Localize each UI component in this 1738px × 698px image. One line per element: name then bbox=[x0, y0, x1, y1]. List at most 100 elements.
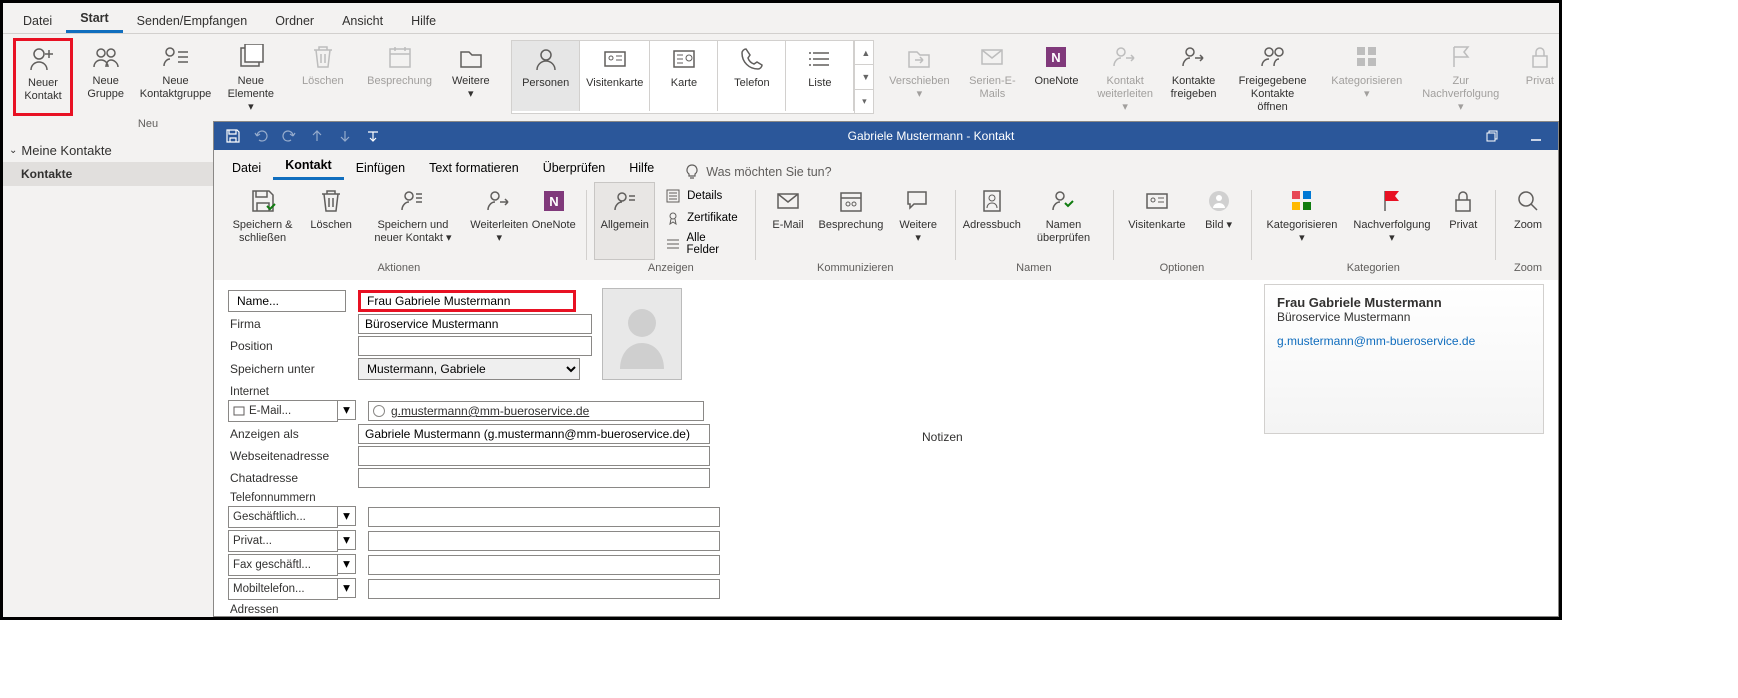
business-card-preview[interactable]: Frau Gabriele Mustermann Büroservice Mus… bbox=[1264, 284, 1544, 434]
calendar-people-icon bbox=[837, 187, 865, 215]
saveas-select[interactable]: Mustermann, Gabriele bbox=[358, 358, 580, 380]
view-liste[interactable]: Liste bbox=[786, 41, 854, 111]
phone-business-button[interactable]: Geschäftlich... bbox=[228, 506, 338, 528]
onenote-button[interactable]: NOneNote bbox=[1032, 38, 1080, 116]
tab-ordner[interactable]: Ordner bbox=[261, 8, 328, 33]
etab-einfuegen[interactable]: Einfügen bbox=[344, 155, 417, 180]
web-input[interactable] bbox=[358, 446, 710, 466]
view-zertifikate-button[interactable]: Zertifikate bbox=[661, 208, 743, 228]
name-button[interactable]: Name... bbox=[228, 290, 346, 312]
save-close-button[interactable]: Speichern & schließen bbox=[220, 182, 305, 260]
qat-save-button[interactable] bbox=[224, 127, 242, 145]
position-input[interactable] bbox=[358, 336, 592, 356]
view-telefon[interactable]: Telefon bbox=[718, 41, 786, 111]
addressbook-button[interactable]: Adressbuch bbox=[963, 182, 1020, 260]
new-items-button[interactable]: Neue Elemente ▾ bbox=[219, 38, 283, 116]
view-details-button[interactable]: Details bbox=[661, 186, 743, 206]
tab-start[interactable]: Start bbox=[66, 5, 122, 33]
editor-onenote-button[interactable]: NOneNote bbox=[530, 182, 578, 260]
phone-fax-button[interactable]: Fax geschäftl... bbox=[228, 554, 338, 576]
phone-fax-dropdown[interactable]: ▾ bbox=[338, 554, 356, 574]
name-input[interactable] bbox=[358, 290, 576, 312]
view-karte[interactable]: Karte bbox=[650, 41, 718, 111]
qat-prev-button[interactable] bbox=[308, 127, 326, 145]
phone-home-dropdown[interactable]: ▾ bbox=[338, 530, 356, 550]
bc-email[interactable]: g.mustermann@mm-bueroservice.de bbox=[1277, 334, 1531, 348]
share-contacts-button[interactable]: Kontakte freigeben bbox=[1164, 38, 1223, 116]
etab-ueberpruefen[interactable]: Überprüfen bbox=[531, 155, 618, 180]
tab-hilfe[interactable]: Hilfe bbox=[397, 8, 450, 33]
followup-button[interactable]: Zur Nachverfolgung ▾ bbox=[1412, 38, 1510, 116]
email-type-dropdown[interactable]: ▾ bbox=[338, 400, 356, 420]
editor-meeting-button[interactable]: Besprechung bbox=[814, 182, 888, 260]
save-new-button[interactable]: Speichern und neuer Kontakt ▾ bbox=[357, 182, 469, 260]
phone-mobile-button[interactable]: Mobiltelefon... bbox=[228, 578, 338, 600]
tell-me-search[interactable]: Was möchten Sie tun? bbox=[684, 164, 831, 180]
displayas-input[interactable] bbox=[358, 424, 710, 444]
qat-customize-button[interactable] bbox=[364, 127, 382, 145]
etab-kontakt[interactable]: Kontakt bbox=[273, 152, 344, 180]
meeting-button[interactable]: Besprechung bbox=[363, 38, 437, 116]
new-group-button[interactable]: Neue Gruppe bbox=[79, 38, 132, 116]
editor-delete-button[interactable]: Löschen bbox=[307, 182, 355, 260]
etab-textformat[interactable]: Text formatieren bbox=[417, 155, 531, 180]
window-minimize-button[interactable] bbox=[1514, 122, 1558, 150]
group-opt-label: Optionen bbox=[1121, 260, 1242, 277]
gallery-down[interactable]: ▼ bbox=[855, 65, 873, 89]
mailmerge-button[interactable]: Serien-E-Mails bbox=[958, 38, 1026, 116]
view-visitenkarte[interactable]: Visitenkarte bbox=[580, 41, 650, 111]
editor-more-comm-button[interactable]: Weitere ▾ bbox=[890, 182, 947, 260]
phone-mobile-input[interactable] bbox=[368, 579, 720, 599]
view-personen[interactable]: Personen bbox=[512, 41, 580, 111]
new-contactgroup-button[interactable]: Neue Kontaktgruppe bbox=[138, 38, 212, 116]
email-type-button[interactable]: E-Mail... bbox=[228, 400, 338, 422]
tab-senden[interactable]: Senden/Empfangen bbox=[123, 8, 262, 33]
nav-header-meine-kontakte[interactable]: ⌄ Meine Kontakte bbox=[3, 139, 213, 162]
phone-business-dropdown[interactable]: ▾ bbox=[338, 506, 356, 526]
phone-home-input[interactable] bbox=[368, 531, 720, 551]
forward-contact-button[interactable]: Kontakt weiterleiten ▾ bbox=[1092, 38, 1157, 116]
nav-item-kontakte[interactable]: Kontakte bbox=[3, 162, 213, 186]
phone-fax-input[interactable] bbox=[368, 555, 720, 575]
window-restore-button[interactable] bbox=[1470, 122, 1514, 150]
editor-categorize-button[interactable]: Kategorisieren ▾ bbox=[1259, 182, 1344, 260]
etab-datei[interactable]: Datei bbox=[220, 155, 273, 180]
view-allgemein-button[interactable]: Allgemein bbox=[594, 182, 655, 260]
editor-followup-button[interactable]: Nachverfolgung ▾ bbox=[1347, 182, 1438, 260]
qat-undo-button[interactable] bbox=[252, 127, 270, 145]
qat-redo-button[interactable] bbox=[280, 127, 298, 145]
phone-business-input[interactable] bbox=[368, 507, 720, 527]
email-button[interactable]: E-Mail bbox=[764, 182, 812, 260]
zoom-button[interactable]: Zoom bbox=[1504, 182, 1552, 260]
gallery-expand[interactable]: ▾ bbox=[855, 90, 873, 113]
categorize-button[interactable]: Kategorisieren ▾ bbox=[1328, 38, 1406, 116]
new-contact-button[interactable]: Neuer Kontakt bbox=[13, 38, 73, 116]
picture-button[interactable]: Bild ▾ bbox=[1195, 182, 1243, 260]
firma-input[interactable] bbox=[358, 314, 592, 334]
gallery-up[interactable]: ▲ bbox=[855, 41, 873, 65]
lock-icon bbox=[1526, 43, 1554, 71]
editor-forward-button[interactable]: Weiterleiten ▾ bbox=[471, 182, 528, 260]
check-names-button[interactable]: Namen überprüfen bbox=[1022, 182, 1104, 260]
etab-hilfe[interactable]: Hilfe bbox=[617, 155, 666, 180]
tab-ansicht[interactable]: Ansicht bbox=[328, 8, 397, 33]
open-shared-button[interactable]: Freigegebene Kontakte öffnen bbox=[1229, 38, 1316, 116]
bizcard-button[interactable]: Visitenkarte bbox=[1121, 182, 1192, 260]
view-alle-felder-button[interactable]: Alle Felder bbox=[661, 230, 743, 258]
phone-mobile-dropdown[interactable]: ▾ bbox=[338, 578, 356, 598]
private-button[interactable]: Privat bbox=[1516, 38, 1562, 116]
contact-editor-window: Gabriele Mustermann - Kontakt Datei Kont… bbox=[213, 121, 1559, 617]
addresses-section-label: Adressen bbox=[230, 604, 922, 616]
label: Speichern & schließen bbox=[227, 219, 298, 245]
contact-photo[interactable] bbox=[602, 288, 682, 380]
email-input[interactable]: g.mustermann@mm-bueroservice.de bbox=[391, 404, 589, 418]
editor-private-button[interactable]: Privat bbox=[1439, 182, 1487, 260]
move-button[interactable]: Verschieben ▾ bbox=[886, 38, 952, 116]
more-comm-button[interactable]: Weitere ▾ bbox=[442, 38, 499, 116]
tab-datei[interactable]: Datei bbox=[9, 8, 66, 33]
delete-button[interactable]: Löschen bbox=[295, 38, 351, 116]
phone-home-button[interactable]: Privat... bbox=[228, 530, 338, 552]
chat-input[interactable] bbox=[358, 468, 710, 488]
qat-next-button[interactable] bbox=[336, 127, 354, 145]
label: Visitenkarte bbox=[586, 77, 643, 90]
